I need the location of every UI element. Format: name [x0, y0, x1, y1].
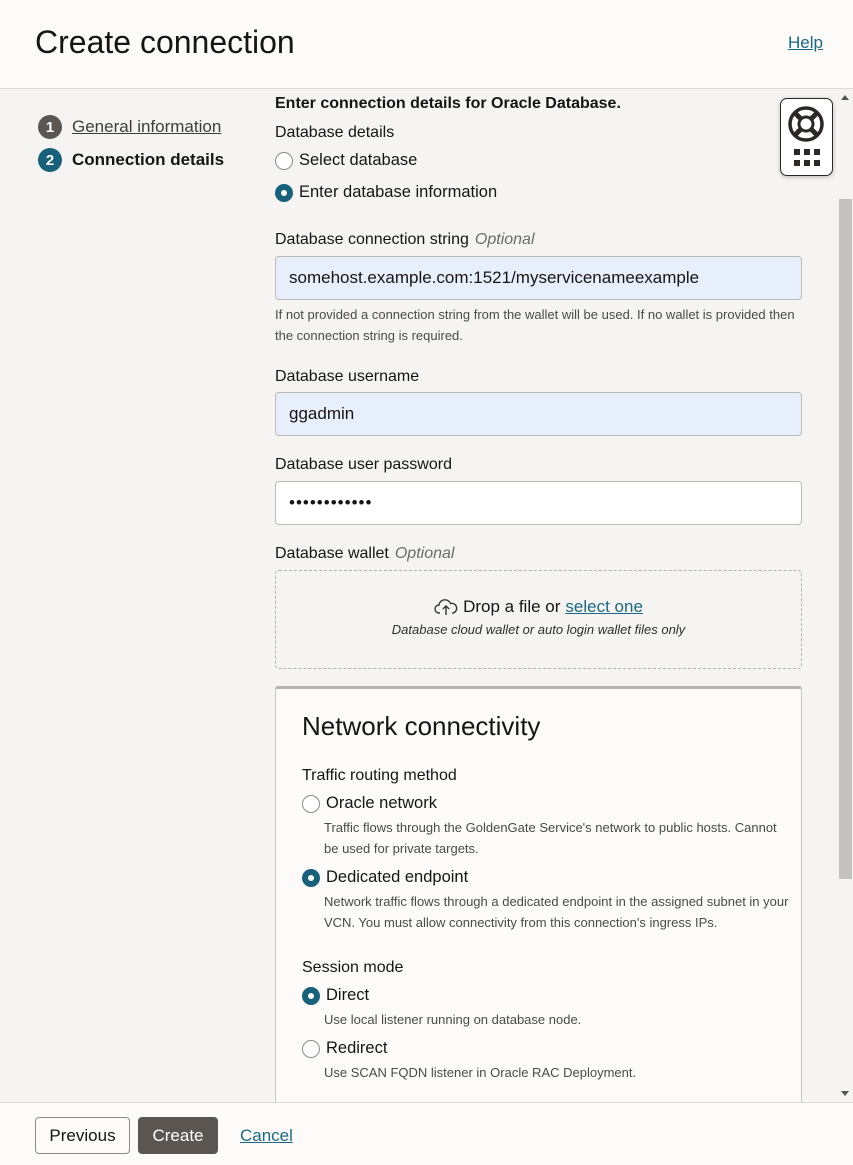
radio-label: Direct — [326, 986, 370, 1004]
step-label[interactable]: General information — [72, 117, 221, 137]
radio-enter-database-information[interactable]: Enter database information — [275, 183, 497, 202]
radio-button[interactable] — [302, 794, 320, 813]
grid-icon — [794, 149, 820, 166]
step-number: 1 — [38, 115, 62, 139]
select-file-link[interactable]: select one — [565, 597, 643, 617]
radio-dedicated-endpoint[interactable]: Dedicated endpoint — [302, 868, 468, 887]
radio-button[interactable] — [275, 151, 293, 170]
page-title: Create connection — [35, 24, 295, 60]
dedicated-endpoint-hint: Network traffic flows through a dedicate… — [324, 894, 789, 930]
password-label: Database user password — [275, 456, 452, 473]
connection-string-label: Database connection string Optional — [275, 231, 535, 249]
create-button[interactable]: Create — [138, 1117, 218, 1154]
radio-label: Redirect — [326, 1039, 388, 1057]
username-input[interactable] — [275, 392, 802, 436]
label-text: Database connection string — [275, 231, 469, 248]
cancel-link[interactable]: Cancel — [240, 1126, 293, 1146]
wallet-label: Database wallet Optional — [275, 545, 454, 563]
step-general-information[interactable]: 1 General information — [38, 115, 224, 139]
radio-select-database[interactable]: Select database — [275, 151, 417, 170]
radio-button[interactable] — [275, 183, 293, 202]
dropzone-text: Drop a file or select one — [276, 597, 801, 617]
scroll-thumb[interactable] — [839, 199, 852, 879]
help-link[interactable]: Help — [788, 33, 823, 53]
username-label: Database username — [275, 368, 420, 385]
radio-redirect[interactable]: Redirect — [302, 1039, 387, 1058]
label-text: Database wallet — [275, 545, 389, 562]
password-input[interactable]: •••••••••••• — [275, 481, 802, 525]
connection-string-input[interactable] — [275, 256, 802, 300]
scroll-up-icon[interactable] — [841, 95, 849, 100]
oracle-network-hint: Traffic flows through the GoldenGate Ser… — [324, 820, 777, 856]
traffic-routing-label: Traffic routing method — [302, 767, 457, 784]
wizard-steps: 1 General information 2 Connection detai… — [38, 115, 224, 181]
form-intro: Enter connection details for Oracle Data… — [275, 95, 621, 112]
content-scrollbar[interactable] — [838, 89, 853, 1102]
optional-tag: Optional — [474, 231, 535, 248]
page-footer: Previous Create Cancel — [0, 1102, 853, 1165]
direct-hint: Use local listener running on database n… — [324, 1012, 582, 1027]
step-number: 2 — [38, 148, 62, 172]
radio-direct[interactable]: Direct — [302, 986, 369, 1005]
radio-button[interactable] — [302, 868, 320, 887]
step-connection-details: 2 Connection details — [38, 148, 224, 172]
radio-button[interactable] — [302, 1039, 320, 1058]
radio-button[interactable] — [302, 986, 320, 1005]
previous-button[interactable]: Previous — [35, 1117, 130, 1154]
form-content: Enter connection details for Oracle Data… — [275, 89, 803, 1102]
radio-label: Select database — [299, 151, 418, 169]
radio-label: Dedicated endpoint — [326, 868, 469, 886]
network-title: Network connectivity — [302, 711, 541, 741]
connection-string-hint: If not provided a connection string from… — [275, 307, 795, 343]
database-details-label: Database details — [275, 124, 395, 141]
drop-text: Drop a file or — [463, 597, 561, 616]
lifebuoy-icon — [788, 106, 824, 142]
radio-label: Enter database information — [299, 183, 498, 201]
radio-label: Oracle network — [326, 794, 437, 812]
network-connectivity-panel: Network connectivity Traffic routing met… — [275, 686, 802, 1102]
redirect-hint: Use SCAN FQDN listener in Oracle RAC Dep… — [324, 1065, 637, 1080]
help-widget[interactable] — [780, 98, 833, 176]
page-header: Create connection Help — [0, 0, 853, 89]
wallet-dropzone[interactable]: Drop a file or select one Database cloud … — [275, 570, 802, 669]
dropzone-hint: Database cloud wallet or auto login wall… — [391, 622, 686, 637]
optional-tag: Optional — [394, 545, 455, 562]
step-label: Connection details — [72, 150, 225, 169]
scroll-down-icon[interactable] — [841, 1091, 849, 1096]
radio-oracle-network[interactable]: Oracle network — [302, 794, 437, 813]
cloud-upload-icon — [434, 599, 458, 615]
session-mode-label: Session mode — [302, 959, 404, 976]
